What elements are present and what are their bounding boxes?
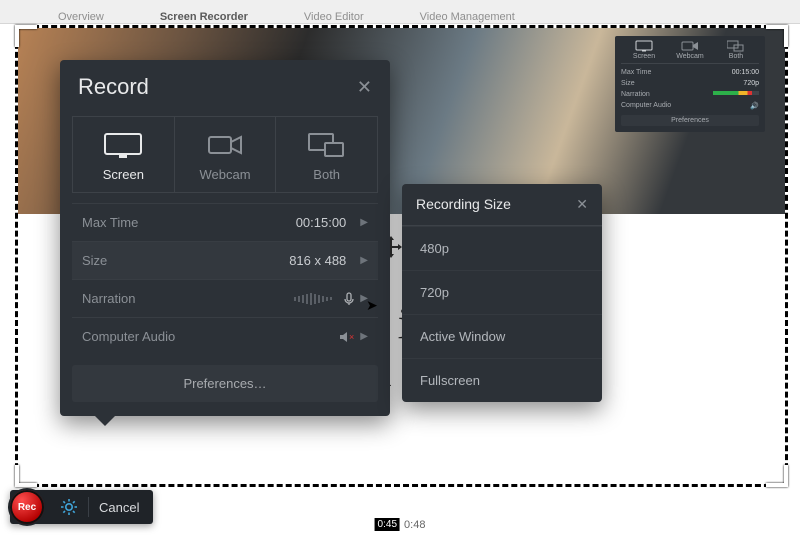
mode-selector: Screen Webcam Both [72, 116, 378, 193]
recording-size-title: Recording Size [416, 196, 511, 213]
mode-both[interactable]: Both [276, 116, 378, 193]
resize-handle-br[interactable] [766, 465, 788, 487]
resize-handle-bl[interactable] [15, 465, 37, 487]
gear-icon [60, 498, 78, 516]
video-timestamp: 0:45 0:48 [375, 518, 426, 531]
tab-screen-recorder[interactable]: Screen Recorder [160, 11, 248, 23]
mode-screen[interactable]: Screen [72, 116, 175, 193]
audio-meter-icon [713, 91, 759, 95]
mini-preferences: Preferences [621, 115, 759, 126]
mode-webcam[interactable]: Webcam [175, 116, 277, 193]
monitor-icon [635, 40, 653, 52]
microphone-icon [342, 292, 356, 306]
narration-label: Narration [82, 291, 294, 306]
size-value: 816 x 488 [289, 253, 346, 268]
preview-record-panel: Screen Webcam Both Max Time00:15:00 Size… [615, 36, 765, 132]
row-size[interactable]: Size 816 x 488 ▶ [72, 241, 378, 279]
row-computer-audio[interactable]: Computer Audio × ▶ [72, 317, 378, 355]
mini-mode-both: Both [713, 40, 759, 60]
mode-screen-label: Screen [73, 167, 174, 182]
panel-arrow [95, 416, 115, 426]
tab-overview[interactable]: Overview [58, 11, 104, 23]
preferences-button[interactable]: Preferences… [72, 365, 378, 402]
size-option-480p[interactable]: 480p [402, 226, 602, 270]
cancel-button[interactable]: Cancel [99, 500, 139, 515]
speaker-icon: 🔊 [750, 102, 759, 110]
both-icon [727, 40, 745, 52]
chevron-right-icon: ▶ [360, 217, 368, 228]
svg-text:×: × [349, 332, 354, 342]
record-panel: Record ✕ Screen Webcam Both Max Time 00:… [60, 60, 390, 416]
size-label: Size [82, 253, 289, 268]
row-narration[interactable]: Narration ▶ [72, 279, 378, 317]
tab-video-management[interactable]: Video Management [420, 11, 515, 23]
record-title: Record [78, 74, 149, 100]
tab-video-editor[interactable]: Video Editor [304, 11, 364, 23]
divider [88, 497, 89, 517]
record-toolbar: Rec Cancel [10, 490, 153, 524]
mini-mode-screen: Screen [621, 40, 667, 60]
chevron-right-icon: ▶ [360, 255, 368, 266]
settings-button[interactable] [60, 498, 78, 516]
max-time-value: 00:15:00 [296, 215, 347, 230]
size-option-720p[interactable]: 720p [402, 270, 602, 314]
time-current: 0:45 [375, 518, 400, 531]
monitor-icon [101, 131, 145, 159]
chevron-right-icon: ▶ [360, 331, 368, 342]
recording-size-popup: Recording Size ✕ 480p 720p Active Window… [402, 184, 602, 402]
both-icon [305, 131, 349, 159]
close-icon[interactable]: ✕ [576, 196, 588, 213]
level-meter-icon [294, 293, 332, 305]
time-total: 0:48 [404, 519, 425, 531]
record-button[interactable]: Rec [10, 490, 44, 524]
row-max-time[interactable]: Max Time 00:15:00 ▶ [72, 203, 378, 241]
webcam-icon [203, 131, 247, 159]
size-option-active-window[interactable]: Active Window [402, 314, 602, 358]
speaker-muted-icon: × [338, 330, 356, 344]
mode-both-label: Both [276, 167, 377, 182]
computer-audio-label: Computer Audio [82, 329, 338, 344]
page-tabs: Overview Screen Recorder Video Editor Vi… [0, 0, 800, 24]
max-time-label: Max Time [82, 215, 296, 230]
webcam-icon [681, 40, 699, 52]
cursor-icon: ➤ [366, 297, 378, 314]
mini-mode-webcam: Webcam [667, 40, 713, 60]
close-icon[interactable]: ✕ [357, 77, 372, 98]
size-option-fullscreen[interactable]: Fullscreen [402, 358, 602, 402]
mode-webcam-label: Webcam [175, 167, 276, 182]
